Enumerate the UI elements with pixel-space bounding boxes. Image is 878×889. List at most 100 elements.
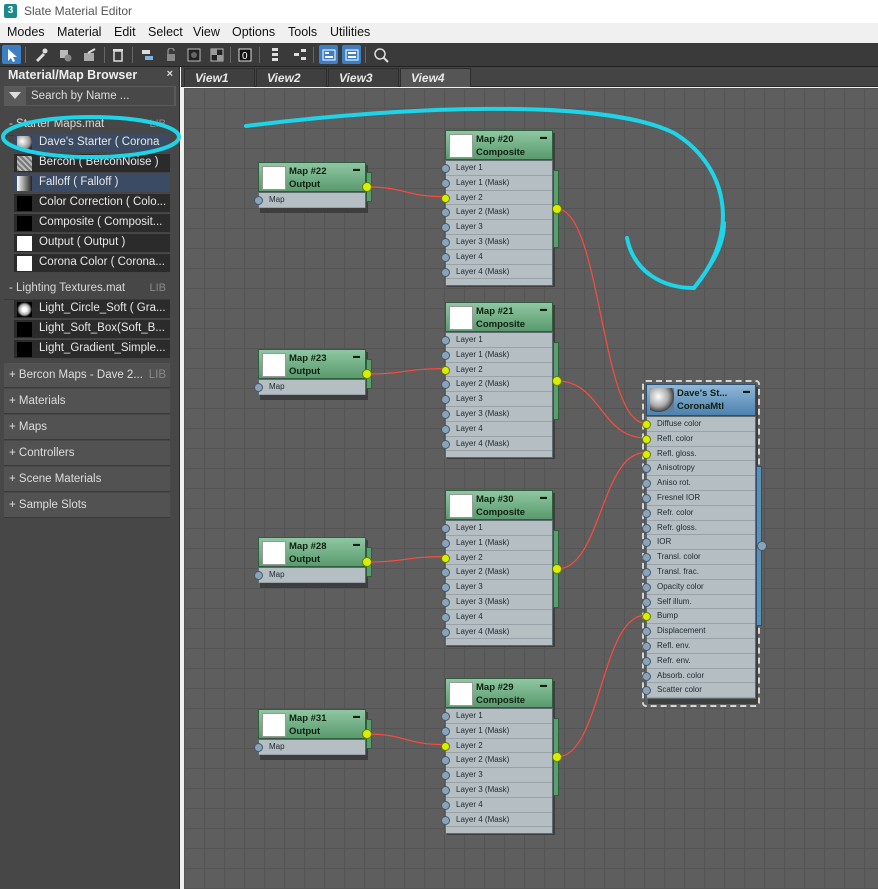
slot-scatter-color[interactable]: Scatter color [642,683,755,699]
slot-layer-3[interactable]: Layer 3 [441,580,552,595]
layout-children-icon[interactable] [290,45,309,64]
input-socket[interactable] [642,686,651,696]
slot-aniso-rot[interactable]: Aniso rot. [642,476,755,491]
slot-layer-4-mask[interactable]: Layer 4 (Mask) [441,625,552,640]
node-header[interactable]: Map #20 Composite ▬ [445,130,553,160]
input-socket[interactable] [642,434,651,444]
list-item[interactable]: Color Correction ( Colo... [14,194,170,213]
slot-absorb-color[interactable]: Absorb. color [642,669,755,684]
input-socket[interactable] [254,196,263,205]
tab-view3[interactable]: View3 [328,68,399,87]
list-item[interactable]: Corona Color ( Corona... [14,254,170,273]
slot-opacity-color[interactable]: Opacity color [642,580,755,595]
input-socket[interactable] [642,553,651,563]
slot-layer-4[interactable]: Layer 4 [441,422,552,437]
input-socket[interactable] [642,449,651,459]
slot-map[interactable]: Map [254,193,365,208]
slot-displacement[interactable]: Displacement [642,624,755,639]
slot-layer-1-mask[interactable]: Layer 1 (Mask) [441,176,552,191]
menu-edit[interactable]: Edit [114,25,136,39]
slot-refr-env[interactable]: Refr. env. [642,654,755,669]
composite-node[interactable]: Map #21 Composite ▬ Layer 1 Layer 1 (Mask) La… [441,302,562,460]
category-materials[interactable]: + Materials [4,389,170,414]
input-socket[interactable] [441,583,450,593]
show-params-icon[interactable] [342,45,361,64]
layout-all-icon[interactable] [266,45,285,64]
input-socket[interactable] [254,743,263,752]
input-socket[interactable] [441,193,450,203]
group-starter-maps[interactable]: - Starter Maps.mat LIB [4,114,170,136]
input-socket[interactable] [441,756,450,766]
node-header[interactable]: Map #30 Composite ▬ [445,490,553,520]
slot-layer-2-mask[interactable]: Layer 2 (Mask) [441,753,552,769]
connection-wire[interactable] [366,556,445,563]
close-icon[interactable]: × [167,68,173,80]
slot-layer-3-mask[interactable]: Layer 3 (Mask) [441,407,552,422]
material-node[interactable]: Dave's St... CoronaMtl ▬ Diffuse color Refl.… [642,384,767,705]
input-socket[interactable] [441,771,450,781]
slot-layer-1[interactable]: Layer 1 [441,161,552,176]
tab-view1[interactable]: View1 [184,68,255,87]
list-item[interactable]: Dave's Starter ( Corona [14,134,170,153]
output-node[interactable]: Map #31 Output ▬ Map [254,709,372,760]
connection-wire[interactable] [366,368,445,375]
input-socket[interactable] [642,627,651,637]
input-socket[interactable] [642,567,651,577]
node-header[interactable]: Map #22 Output ▬ [258,162,366,192]
list-item[interactable]: Light_Soft_Box(Soft_B... [14,320,170,339]
output-socket[interactable] [362,729,372,739]
slot-layer-1-mask[interactable]: Layer 1 (Mask) [441,536,552,551]
input-socket[interactable] [441,409,450,419]
collapse-icon[interactable]: ▬ [353,353,360,360]
collapse-icon[interactable]: ▬ [353,713,360,720]
input-socket[interactable] [441,785,450,795]
slot-map[interactable]: Map [254,568,365,583]
slot-layer-2[interactable]: Layer 2 [441,191,552,206]
show-navigator-icon[interactable] [319,45,338,64]
input-socket[interactable] [642,612,651,622]
slot-refl-env[interactable]: Refl. env. [642,639,755,654]
slot-diffuse-color[interactable]: Diffuse color [642,417,755,432]
slot-layer-4-mask[interactable]: Layer 4 (Mask) [441,265,552,280]
checker-icon[interactable] [207,45,226,64]
input-socket[interactable] [441,612,450,622]
node-header[interactable]: Map #29 Composite ▬ [445,678,553,708]
menu-utilities[interactable]: Utilities [330,25,370,39]
output-socket[interactable] [362,369,372,379]
list-item[interactable]: Composite ( Composit... [14,214,170,233]
node-header[interactable]: Map #28 Output ▬ [258,537,366,567]
search-input[interactable] [26,87,174,105]
input-socket[interactable] [441,800,450,810]
background-icon[interactable] [184,45,203,64]
input-socket[interactable] [441,252,450,262]
slot-layer-1[interactable]: Layer 1 [441,333,552,348]
input-socket[interactable] [441,627,450,637]
output-socket[interactable] [552,376,562,386]
input-socket[interactable] [642,508,651,518]
connection-wire[interactable] [366,186,445,198]
menu-options[interactable]: Options [232,25,275,39]
list-item[interactable]: Light_Circle_Soft ( Gra... [14,300,170,319]
connection-wire[interactable] [556,614,646,758]
menu-view[interactable]: View [193,25,220,39]
slot-map[interactable]: Map [254,380,365,395]
slot-anisotropy[interactable]: Anisotropy [642,461,755,477]
input-socket[interactable] [642,597,651,607]
slot-layer-4[interactable]: Layer 4 [441,610,552,625]
slot-refl-gloss[interactable]: Refl. gloss. [642,447,755,462]
input-socket[interactable] [441,350,450,360]
category-maps[interactable]: + Maps [4,415,170,440]
node-header[interactable]: Dave's St... CoronaMtl ▬ [646,384,756,416]
menu-tools[interactable]: Tools [288,25,317,39]
slot-layer-4[interactable]: Layer 4 [441,250,552,265]
menu-material[interactable]: Material [57,25,101,39]
slot-refr-gloss[interactable]: Refr. gloss. [642,521,755,536]
output-node[interactable]: Map #23 Output ▬ Map [254,349,372,400]
slot-layer-3-mask[interactable]: Layer 3 (Mask) [441,235,552,250]
delete-icon[interactable] [108,45,127,64]
menu-modes[interactable]: Modes [7,25,45,39]
tab-view2[interactable]: View2 [256,68,327,87]
material-id-icon[interactable]: 0 [235,45,254,64]
input-socket[interactable] [254,571,263,580]
input-socket[interactable] [642,464,651,474]
